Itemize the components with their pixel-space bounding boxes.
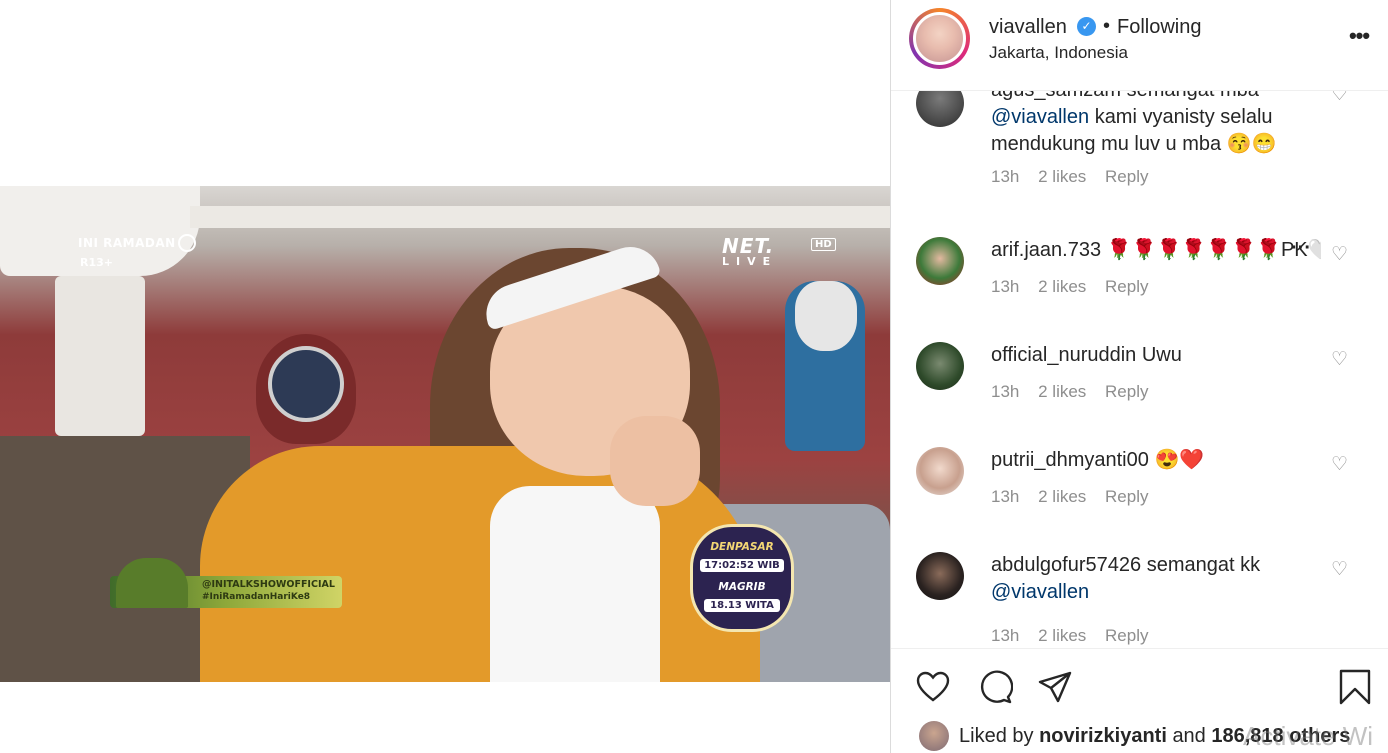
comment-likes[interactable]: 2 likes	[1038, 382, 1086, 401]
header-separator: •	[1103, 15, 1111, 37]
paper-plane-icon[interactable]	[1037, 669, 1073, 705]
comment-likes[interactable]: 2 likes	[1038, 626, 1086, 645]
video-scene-clock-face	[268, 346, 344, 422]
comment-text: official_nuruddin Uwu	[991, 342, 1321, 369]
badge-city: DENPASAR	[710, 541, 774, 553]
comment-icon[interactable]	[977, 669, 1013, 705]
comment-more-icon[interactable]: ···	[1291, 237, 1311, 260]
comment-like-heart-icon[interactable]: ♡	[1331, 350, 1351, 370]
instagram-post-modal: INI RAMADAN R13+ NET. HD LIVE @INITALKSH…	[0, 0, 1388, 753]
comment-time[interactable]: 13h	[991, 382, 1019, 401]
comment-reply-button[interactable]: Reply	[1105, 167, 1148, 186]
video-person-hand	[610, 416, 700, 506]
comments-list[interactable]: agus_samzam semangat mba @viavallen kami…	[891, 91, 1388, 648]
comment-meta: 13h 2 likes Reply	[991, 277, 1163, 297]
comment-reply-button[interactable]: Reply	[1105, 487, 1148, 506]
bookmark-icon[interactable]	[1337, 669, 1373, 705]
post-side-panel: viavallen ✓ • Following Jakarta, Indones…	[890, 0, 1388, 753]
banner-hashtag: #IniRamadanHariKe8	[202, 592, 311, 602]
comment-meta: 13h 2 likes Reply	[991, 626, 1163, 646]
comment-likes[interactable]: 2 likes	[1038, 487, 1086, 506]
network-hd-badge: HD	[811, 238, 836, 251]
heart-icon[interactable]	[915, 669, 951, 705]
comment-text: agus_samzam semangat mba @viavallen kami…	[991, 91, 1321, 158]
comment-content: semangat mba	[1127, 91, 1259, 101]
badge-label: MAGRIB	[718, 581, 766, 593]
comment-text: putrii_dhmyanti00 😍❤️	[991, 447, 1321, 474]
post-video[interactable]: INI RAMADAN R13+ NET. HD LIVE @INITALKSH…	[0, 186, 890, 682]
commenter-avatar[interactable]	[916, 237, 964, 285]
comment-reply-button[interactable]: Reply	[1105, 277, 1148, 296]
post-location[interactable]: Jakarta, Indonesia	[989, 43, 1128, 63]
author-username[interactable]: viavallen	[989, 16, 1067, 39]
comment-text: abdulgofur57426 semangat kk @viavallen	[991, 552, 1321, 606]
comment-time[interactable]: 13h	[991, 277, 1019, 296]
commenter-avatar[interactable]	[916, 552, 964, 600]
comment-content: Uwu	[1141, 344, 1182, 366]
comment-time[interactable]: 13h	[991, 167, 1019, 186]
comment-likes[interactable]: 2 likes	[1038, 167, 1086, 186]
windows-activation-watermark: Activate Wi	[1243, 721, 1374, 751]
video-scene-shelf	[190, 206, 890, 228]
commenter-username[interactable]: arif.jaan.733	[991, 239, 1101, 261]
comment-meta: 13h 2 likes Reply	[991, 167, 1163, 187]
commenter-username[interactable]: putrii_dhmyanti00	[991, 449, 1149, 471]
more-options-icon[interactable]: •••	[1347, 24, 1371, 48]
comment-content: semangat kk	[1146, 554, 1261, 576]
author-avatar[interactable]	[913, 12, 966, 65]
show-tag-text: INI RAMADAN	[78, 236, 176, 250]
comment-mention[interactable]: @viavallen	[991, 106, 1089, 128]
verified-badge-icon: ✓	[1077, 17, 1096, 36]
comment-like-heart-icon[interactable]: ♡	[1331, 455, 1351, 475]
mosque-icon	[116, 558, 188, 608]
comment-meta: 13h 2 likes Reply	[991, 382, 1163, 402]
badge-time-wrap: 17:02:52 WIB	[693, 559, 791, 572]
prayer-time-badge: DENPASAR 17:02:52 WIB MAGRIB 18.13 WITA	[690, 524, 794, 632]
badge-magrib-wrap: 18.13 WITA	[693, 599, 791, 612]
comment-likes[interactable]: 2 likes	[1038, 277, 1086, 296]
rating-text: R13+	[80, 256, 113, 269]
comment-like-heart-icon[interactable]: ♡	[1331, 245, 1351, 265]
comment-text: arif.jaan.733 🌹🌹🌹🌹🌹🌹🌹PK🤍	[991, 237, 1321, 264]
network-live-text: LIVE	[722, 255, 778, 268]
commenter-avatar[interactable]	[916, 447, 964, 495]
commenter-username[interactable]: official_nuruddin	[991, 344, 1136, 366]
comment-reply-button[interactable]: Reply	[1105, 382, 1148, 401]
video-person-blouse	[490, 486, 660, 682]
badge-time: 17:02:52 WIB	[700, 559, 784, 572]
comment-like-heart-icon[interactable]: ♡	[1331, 91, 1351, 105]
comment-like-heart-icon[interactable]: ♡	[1331, 560, 1351, 580]
liked-by-user[interactable]: novirizkiyanti	[1039, 725, 1167, 747]
video-scene-cat-head	[795, 281, 857, 351]
commenter-username[interactable]: abdulgofur57426	[991, 554, 1141, 576]
comment-mention[interactable]: @viavallen	[991, 581, 1089, 603]
following-button[interactable]: Following	[1117, 16, 1201, 39]
banner-handle: @INITALKSHOWOFFICIAL	[202, 579, 335, 590]
commenter-avatar[interactable]	[916, 342, 964, 390]
badge-magrib-time: 18.13 WITA	[704, 599, 780, 612]
post-actions: Liked by novirizkiyanti and 186,818 othe…	[891, 648, 1388, 753]
comment-reply-button[interactable]: Reply	[1105, 626, 1148, 645]
commenter-avatar[interactable]	[916, 91, 964, 127]
liked-by-prefix: Liked by	[959, 725, 1034, 747]
media-pane: INI RAMADAN R13+ NET. HD LIVE @INITALKSH…	[0, 0, 890, 753]
comment-content: 😍❤️	[1154, 449, 1205, 471]
comment-content: 🌹🌹🌹🌹🌹🌹🌹PK🤍	[1106, 239, 1321, 261]
liker-avatar[interactable]	[919, 721, 949, 751]
video-scene-lamp-base	[55, 276, 145, 436]
comment-meta: 13h 2 likes Reply	[991, 487, 1163, 507]
comment-time[interactable]: 13h	[991, 626, 1019, 645]
post-header: viavallen ✓ • Following Jakarta, Indones…	[891, 0, 1388, 91]
liked-by-conjunction: and	[1172, 725, 1206, 747]
show-tag-icon	[178, 234, 196, 252]
commenter-username[interactable]: agus_samzam	[991, 91, 1121, 101]
comment-time[interactable]: 13h	[991, 487, 1019, 506]
